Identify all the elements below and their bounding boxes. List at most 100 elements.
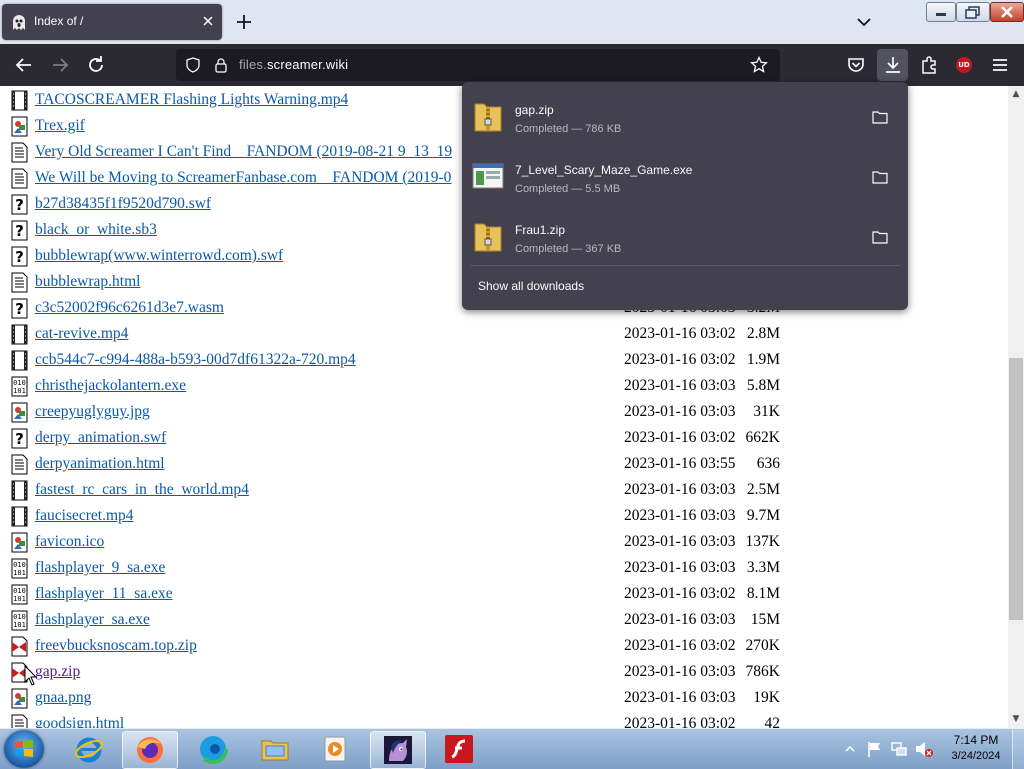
binary-file-icon: 010101 <box>11 376 28 397</box>
video-file-icon <box>11 506 28 527</box>
file-link[interactable]: cat-revive.mp4 <box>35 325 128 343</box>
file-link[interactable]: b27d38435f1f9520d790.swf <box>35 195 211 213</box>
file-date: 2023-01-16 03:03 <box>624 689 736 706</box>
file-size: 19K <box>753 689 780 706</box>
show-all-downloads-button[interactable]: Show all downloads <box>478 279 584 293</box>
file-link[interactable]: We Will be Moving to ScreamerFanbase.com… <box>35 169 451 187</box>
file-size: 786K <box>745 663 780 680</box>
file-link[interactable]: bubblewrap(www.winterrowd.com).swf <box>35 247 283 265</box>
file-link[interactable]: bubblewrap.html <box>35 273 140 291</box>
exe-window-icon <box>472 163 504 189</box>
reload-icon[interactable] <box>84 53 108 77</box>
listing-row: 010 101 flashplayer_11_sa.exe 2023-01-16 03… <box>0 582 1000 608</box>
file-link[interactable]: gnaa.png <box>35 689 91 707</box>
list-all-tabs-icon[interactable] <box>852 10 876 34</box>
download-item[interactable]: gap.zip Completed — 786 KB <box>462 88 908 144</box>
close-window-button[interactable] <box>990 2 1024 22</box>
file-date: 2023-01-16 03:03 <box>624 377 736 394</box>
file-link[interactable]: ccb544c7-c994-488a-b593-00d7df61322a-720… <box>35 351 356 369</box>
download-status: Completed — 5.5 MB <box>515 183 621 195</box>
file-size: 1.9M <box>746 351 780 368</box>
file-date: 2023-01-16 03:03 <box>624 663 736 680</box>
forward-arrow-icon[interactable] <box>48 53 72 77</box>
action-center-flag-icon[interactable] <box>866 740 884 758</box>
file-link[interactable]: creepyuglyguy.jpg <box>35 403 150 421</box>
file-link[interactable]: favicon.ico <box>35 533 104 551</box>
file-link[interactable]: fastest_rc_cars_in_the_world.mp4 <box>35 481 249 499</box>
network-icon[interactable] <box>890 740 908 758</box>
show-in-folder-icon[interactable] <box>872 170 888 184</box>
taskbar-edge[interactable] <box>186 731 240 767</box>
taskbar-firefox[interactable] <box>122 731 178 769</box>
file-link[interactable]: flashplayer_11_sa.exe <box>35 585 173 603</box>
vertical-scrollbar[interactable]: ▲ ▼ <box>1008 86 1024 728</box>
svg-text:?: ? <box>15 430 24 448</box>
pocket-icon[interactable] <box>844 53 868 77</box>
hamburger-menu-icon[interactable] <box>988 53 1012 77</box>
file-link[interactable]: derpy_animation.swf <box>35 429 166 447</box>
taskbar-pony-app[interactable] <box>370 731 426 769</box>
file-size: 2.8M <box>746 325 780 342</box>
show-desktop-button[interactable] <box>1012 729 1024 769</box>
show-hidden-icons-icon[interactable] <box>844 743 856 755</box>
unknown-file-icon: ? <box>11 428 28 449</box>
file-link[interactable]: faucisecret.mp4 <box>35 507 134 525</box>
file-link[interactable]: christhejackolantern.exe <box>35 377 186 395</box>
show-in-folder-icon[interactable] <box>872 230 888 244</box>
extensions-puzzle-icon[interactable] <box>917 53 941 77</box>
text-file-icon <box>11 168 28 189</box>
file-link[interactable]: black_or_white.sb3 <box>35 221 157 239</box>
file-link[interactable]: Trex.gif <box>35 117 85 135</box>
file-size: 270K <box>745 637 780 654</box>
taskbar-media-player[interactable] <box>308 731 362 767</box>
file-size: 3.3M <box>746 559 780 576</box>
url-text[interactable]: files.screamer.wiki <box>239 57 348 72</box>
start-button[interactable] <box>4 730 44 768</box>
file-date: 2023-01-16 03:03 <box>624 533 736 550</box>
taskbar-clock[interactable]: 7:14 PM 3/24/2024 <box>948 733 1004 762</box>
scroll-down-arrow-icon[interactable]: ▼ <box>1011 714 1021 724</box>
address-bar[interactable]: files.screamer.wiki <box>176 49 780 81</box>
media-player-icon <box>324 736 346 762</box>
file-link[interactable]: derpyanimation.html <box>35 455 165 473</box>
bookmark-star-icon[interactable] <box>750 56 768 74</box>
tab-close-icon[interactable] <box>200 13 216 29</box>
file-link[interactable]: gap.zip <box>35 663 80 681</box>
new-tab-icon[interactable] <box>232 10 256 34</box>
file-link[interactable]: TACOSCREAMER Flashing Lights Warning.mp4 <box>35 91 348 109</box>
unknown-file-icon: ? <box>11 298 28 319</box>
svg-text:?: ? <box>15 248 24 266</box>
taskbar-flash-player[interactable] <box>432 731 486 767</box>
text-file-icon <box>11 714 28 728</box>
minimize-button[interactable] <box>926 2 956 22</box>
unknown-file-icon: ? <box>11 220 28 241</box>
scroll-up-arrow-icon[interactable]: ▲ <box>1011 89 1021 99</box>
text-file-icon <box>11 272 28 293</box>
file-link[interactable]: flashplayer_sa.exe <box>35 611 150 629</box>
download-item[interactable]: 7_Level_Scary_Maze_Game.exe Completed — … <box>462 148 908 204</box>
ublock-extension-icon[interactable]: UD <box>956 57 972 73</box>
download-item[interactable]: Frau1.zip Completed — 367 KB <box>462 208 908 264</box>
taskbar-file-explorer[interactable] <box>248 731 302 767</box>
file-link[interactable]: Very Old Screamer I Can't Find _ FANDOM … <box>35 143 452 161</box>
lock-icon[interactable] <box>213 57 229 73</box>
zip-folder-icon <box>474 103 502 132</box>
shield-icon[interactable] <box>185 57 201 73</box>
file-link[interactable]: goodsign.html <box>35 715 124 728</box>
tab-index[interactable]: Index of / <box>2 4 222 40</box>
file-date: 2023-01-16 03:55 <box>624 455 736 472</box>
file-link[interactable]: freevbucksnoscam.top.zip <box>35 637 197 655</box>
volume-muted-icon[interactable] <box>914 740 934 758</box>
listing-row: goodsign.html 2023-01-16 03:02 42 <box>0 712 1000 728</box>
file-link[interactable]: flashplayer_9_sa.exe <box>35 559 165 577</box>
show-in-folder-icon[interactable] <box>872 110 888 124</box>
file-link[interactable]: c3c52002f96c6261d3e7.wasm <box>35 299 224 317</box>
back-arrow-icon[interactable] <box>12 53 36 77</box>
file-date: 2023-01-16 03:02 <box>624 429 736 446</box>
listing-row: fastest_rc_cars_in_the_world.mp4 2023-01-… <box>0 478 1000 504</box>
restore-button[interactable] <box>956 2 990 22</box>
taskbar-internet-explorer[interactable] <box>62 731 116 767</box>
scrollbar-thumb[interactable] <box>1009 358 1023 620</box>
tab-title: Index of / <box>34 14 84 28</box>
downloads-button[interactable] <box>877 49 908 81</box>
